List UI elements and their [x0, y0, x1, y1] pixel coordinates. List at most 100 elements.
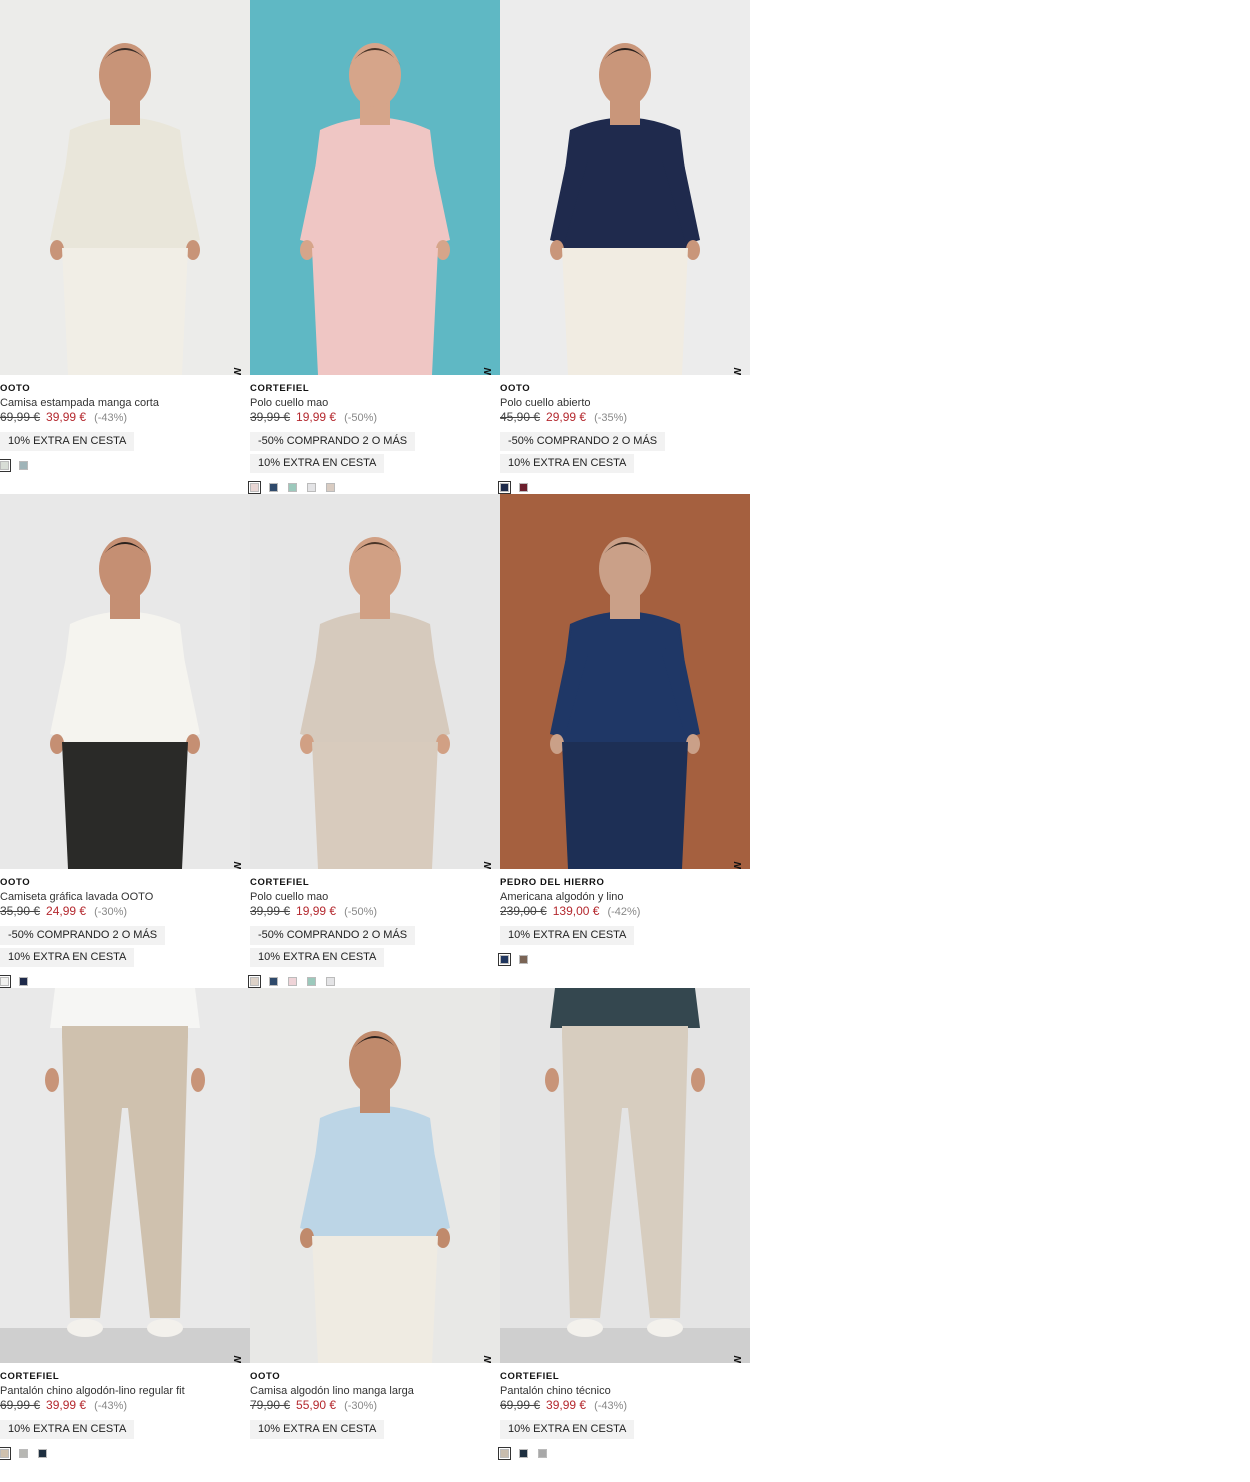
- promo-badge[interactable]: -50% COMPRANDO 2 O MÁS: [500, 432, 666, 451]
- product-card[interactable]: NEW OOTO Camiseta gráfica lavada OOTO35,90…: [0, 494, 250, 988]
- promo-badge[interactable]: 10% EXTRA EN CESTA: [500, 1420, 635, 1439]
- color-swatch[interactable]: [248, 481, 261, 494]
- color-swatch[interactable]: [498, 953, 511, 966]
- promo-badge[interactable]: 10% EXTRA EN CESTA: [500, 926, 635, 945]
- color-swatch[interactable]: [326, 977, 335, 986]
- promo-list: 10% EXTRA EN CESTA: [250, 1420, 500, 1439]
- price-row: 69,99 € 39,99 € (-43%): [0, 1398, 250, 1414]
- product-card[interactable]: NEW OOTO Camisa estampada manga corta69,99…: [0, 0, 250, 494]
- color-swatch[interactable]: [498, 481, 511, 494]
- product-name[interactable]: Camisa estampada manga corta: [0, 396, 250, 410]
- original-price: 69,99 €: [0, 410, 41, 424]
- promo-badge[interactable]: 10% EXTRA EN CESTA: [500, 454, 635, 473]
- promo-badge[interactable]: 10% EXTRA EN CESTA: [250, 454, 385, 473]
- product-photo: [250, 0, 500, 375]
- color-swatch[interactable]: [519, 483, 528, 492]
- price-row: 69,99 € 39,99 € (-43%): [500, 1398, 750, 1414]
- promo-badge[interactable]: 10% EXTRA EN CESTA: [250, 948, 385, 967]
- product-photo: [500, 988, 750, 1363]
- product-name[interactable]: Polo cuello abierto: [500, 396, 750, 410]
- product-brand: PEDRO DEL HIERRO: [500, 877, 605, 888]
- color-swatch[interactable]: [326, 483, 335, 492]
- promo-badge[interactable]: -50% COMPRANDO 2 O MÁS: [250, 432, 416, 451]
- product-name[interactable]: Polo cuello mao: [250, 890, 500, 904]
- color-swatch[interactable]: [38, 1449, 47, 1458]
- promo-badge[interactable]: -50% COMPRANDO 2 O MÁS: [0, 926, 166, 945]
- product-name[interactable]: Camiseta gráfica lavada OOTO: [0, 890, 250, 904]
- promo-badge[interactable]: -50% COMPRANDO 2 O MÁS: [250, 926, 416, 945]
- color-swatch[interactable]: [269, 483, 278, 492]
- product-image[interactable]: NEW: [0, 988, 250, 1363]
- product-name[interactable]: Polo cuello mao: [250, 396, 500, 410]
- color-swatch[interactable]: [519, 955, 528, 964]
- color-swatches: [498, 481, 750, 494]
- product-image[interactable]: NEW: [0, 494, 250, 869]
- product-card[interactable]: NEW CORTEFIEL Pantalón chino técnico69,99 …: [498, 988, 750, 1482]
- product-photo: [250, 494, 500, 869]
- color-swatch[interactable]: [269, 977, 278, 986]
- product-card[interactable]: NEW OOTO Polo cuello abierto45,90 € 29,99 €…: [498, 0, 750, 494]
- product-image[interactable]: NEW: [0, 0, 250, 375]
- product-image[interactable]: NEW: [250, 494, 500, 869]
- sale-price: 39,99 €: [546, 1398, 587, 1412]
- discount-percent: (-43%): [594, 1400, 628, 1412]
- promo-list: -50% COMPRANDO 2 O MÁS 10% EXTRA EN CESTA: [0, 926, 250, 967]
- product-image[interactable]: NEW: [500, 0, 750, 375]
- product-name[interactable]: Pantalón chino técnico: [500, 1384, 750, 1398]
- color-swatch[interactable]: [19, 1449, 28, 1458]
- product-image[interactable]: NEW: [500, 988, 750, 1363]
- sale-price: 19,99 €: [296, 904, 337, 918]
- color-swatch[interactable]: [519, 1449, 528, 1458]
- sale-price: 19,99 €: [296, 410, 337, 424]
- color-swatch[interactable]: [0, 1447, 11, 1460]
- color-swatch[interactable]: [288, 977, 297, 986]
- promo-list: -50% COMPRANDO 2 O MÁS 10% EXTRA EN CESTA: [250, 926, 500, 967]
- product-card[interactable]: NEW CORTEFIEL Polo cuello mao39,99 € 19,99 …: [248, 494, 500, 988]
- color-swatch[interactable]: [0, 459, 11, 472]
- product-info: OOTO Camisa algodón lino manga larga 79,90…: [250, 1370, 500, 1449]
- product-brand: OOTO: [0, 383, 31, 394]
- product-image[interactable]: NEW: [250, 0, 500, 375]
- product-brand: CORTEFIEL: [500, 1371, 560, 1382]
- original-price: 69,99 €: [0, 1398, 41, 1412]
- color-swatch[interactable]: [498, 1447, 511, 1460]
- color-swatch[interactable]: [307, 483, 316, 492]
- promo-list: -50% COMPRANDO 2 O MÁS 10% EXTRA EN CESTA: [250, 432, 500, 473]
- price-row: 39,99 € 19,99 € (-50%): [250, 410, 500, 426]
- product-brand: CORTEFIEL: [250, 877, 310, 888]
- product-name[interactable]: Camisa algodón lino manga larga: [250, 1384, 500, 1398]
- original-price: 39,99 €: [250, 410, 291, 424]
- promo-badge[interactable]: 10% EXTRA EN CESTA: [0, 1420, 135, 1439]
- product-card[interactable]: NEW OOTO Camisa algodón lino manga larga79…: [250, 988, 500, 1482]
- color-swatch[interactable]: [0, 975, 11, 988]
- promo-badge[interactable]: 10% EXTRA EN CESTA: [250, 1420, 385, 1439]
- product-card[interactable]: NEW CORTEFIEL Pantalón chino algodón-lino …: [0, 988, 250, 1482]
- product-photo: [500, 0, 750, 375]
- product-info: CORTEFIEL Pantalón chino técnico 69,99 € 39…: [498, 1370, 750, 1460]
- product-card[interactable]: NEW PEDRO DEL HIERRO Americana algodón y l…: [498, 494, 750, 988]
- promo-badge[interactable]: 10% EXTRA EN CESTA: [0, 432, 135, 451]
- color-swatches: [498, 953, 750, 966]
- sale-price: 39,99 €: [46, 410, 87, 424]
- original-price: 79,90 €: [250, 1398, 291, 1412]
- product-card[interactable]: NEW CORTEFIEL Polo cuello mao39,99 € 19,99 …: [248, 0, 500, 494]
- price-row: 39,99 € 19,99 € (-50%): [250, 904, 500, 920]
- product-name[interactable]: Pantalón chino algodón-lino regular fit: [0, 1384, 250, 1398]
- price-row: 35,90 € 24,99 € (-30%): [0, 904, 250, 920]
- color-swatch[interactable]: [538, 1449, 547, 1458]
- color-swatch[interactable]: [19, 977, 28, 986]
- color-swatch[interactable]: [248, 975, 261, 988]
- color-swatches: [0, 975, 250, 988]
- color-swatch[interactable]: [307, 977, 316, 986]
- color-swatch[interactable]: [19, 461, 28, 470]
- price-row: 239,00 € 139,00 € (-42%): [500, 904, 750, 920]
- product-image[interactable]: NEW: [500, 494, 750, 869]
- product-image[interactable]: NEW: [250, 988, 500, 1363]
- product-info: PEDRO DEL HIERRO Americana algodón y lino…: [498, 876, 750, 966]
- product-name[interactable]: Americana algodón y lino: [500, 890, 750, 904]
- color-swatch[interactable]: [288, 483, 297, 492]
- original-price: 45,90 €: [500, 410, 541, 424]
- sale-price: 139,00 €: [552, 904, 600, 918]
- product-photo: [250, 988, 500, 1363]
- promo-badge[interactable]: 10% EXTRA EN CESTA: [0, 948, 135, 967]
